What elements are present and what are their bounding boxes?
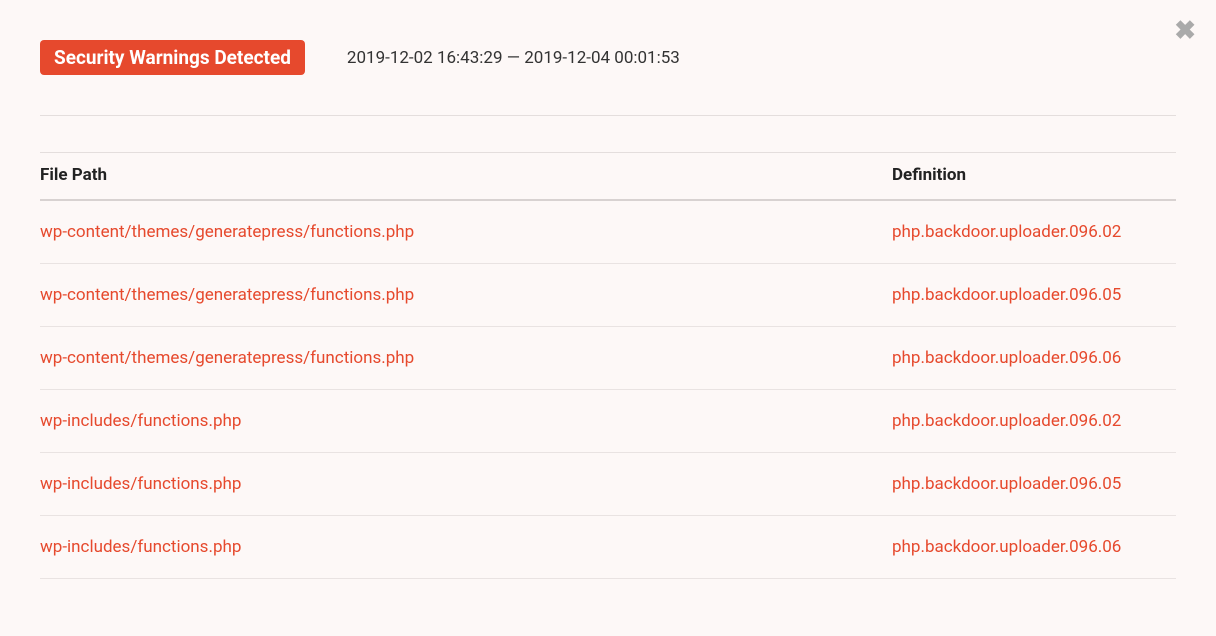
- file-path-link[interactable]: wp-content/themes/generatepress/function…: [40, 348, 414, 368]
- definition-link[interactable]: php.backdoor.uploader.096.06: [892, 348, 1121, 368]
- table-row: wp-includes/functions.php php.backdoor.u…: [40, 516, 1176, 579]
- table-row: wp-content/themes/generatepress/function…: [40, 264, 1176, 327]
- close-icon[interactable]: ✖: [1174, 18, 1196, 44]
- divider: [40, 115, 1176, 116]
- definition-link[interactable]: php.backdoor.uploader.096.02: [892, 222, 1121, 242]
- definition-link[interactable]: php.backdoor.uploader.096.02: [892, 411, 1121, 431]
- definition-link[interactable]: php.backdoor.uploader.096.06: [892, 537, 1121, 557]
- file-path-link[interactable]: wp-includes/functions.php: [40, 474, 241, 494]
- definition-link[interactable]: php.backdoor.uploader.096.05: [892, 285, 1121, 305]
- definition-link[interactable]: php.backdoor.uploader.096.05: [892, 474, 1121, 494]
- table-row: wp-content/themes/generatepress/function…: [40, 327, 1176, 390]
- table-row: wp-includes/functions.php php.backdoor.u…: [40, 390, 1176, 453]
- timestamp-range: 2019-12-02 16:43:29 — 2019-12-04 00:01:5…: [347, 48, 680, 68]
- column-header-file-path: File Path: [40, 153, 892, 201]
- table-row: wp-includes/functions.php php.backdoor.u…: [40, 453, 1176, 516]
- file-path-link[interactable]: wp-includes/functions.php: [40, 537, 241, 557]
- file-path-link[interactable]: wp-includes/functions.php: [40, 411, 241, 431]
- table-row: wp-content/themes/generatepress/function…: [40, 200, 1176, 264]
- file-path-link[interactable]: wp-content/themes/generatepress/function…: [40, 222, 414, 242]
- column-header-definition: Definition: [892, 153, 1176, 201]
- warnings-table: File Path Definition wp-content/themes/g…: [40, 152, 1176, 579]
- modal-header: Security Warnings Detected 2019-12-02 16…: [40, 40, 1176, 75]
- security-warnings-modal: ✖ Security Warnings Detected 2019-12-02 …: [0, 0, 1216, 579]
- file-path-link[interactable]: wp-content/themes/generatepress/function…: [40, 285, 414, 305]
- warning-badge: Security Warnings Detected: [40, 40, 305, 75]
